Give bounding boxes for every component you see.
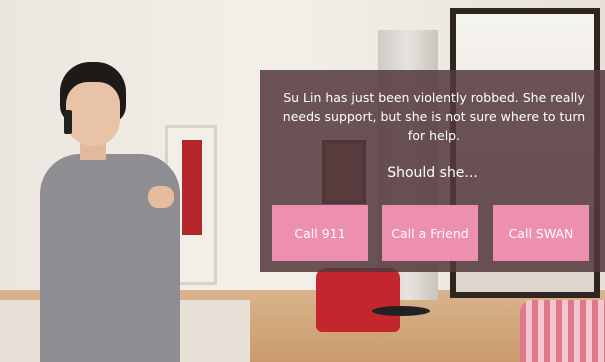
character-hand [148,186,174,208]
striped-sofa [520,300,605,362]
red-armchair [316,268,400,332]
side-table [372,306,430,316]
scenario-prompt: Su Lin has just been violently robbed. S… [282,90,586,143]
call-friend-button[interactable]: Call a Friend [382,205,478,261]
call-911-button[interactable]: Call 911 [272,205,368,261]
scenario-question: Should she... [387,165,478,181]
character-su-lin [30,58,190,362]
character-face [66,82,120,146]
scenario-panel: Su Lin has just been violently robbed. S… [260,70,605,272]
phone-icon [64,110,72,134]
call-swan-button[interactable]: Call SWAN [493,205,589,261]
